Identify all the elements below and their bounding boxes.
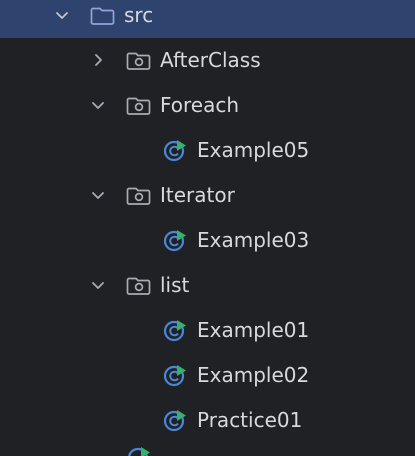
tree-row-afterclass[interactable]: AfterClass xyxy=(0,38,415,83)
tree-row-practice01[interactable]: Practice01 xyxy=(0,398,415,443)
java-class-run-icon xyxy=(163,365,186,387)
chevron-down-icon[interactable] xyxy=(90,187,106,203)
chevron-down-icon[interactable] xyxy=(90,277,106,293)
tree-row-iterator[interactable]: Iterator xyxy=(0,173,415,218)
package-folder-icon xyxy=(126,52,151,70)
tree-row-example03[interactable]: Example03 xyxy=(0,218,415,263)
package-folder-icon xyxy=(126,277,151,295)
tree-row-example02[interactable]: Example02 xyxy=(0,353,415,398)
tree-label: Iterator xyxy=(160,183,235,207)
java-class-run-icon xyxy=(163,140,186,162)
tree-row-example01[interactable]: Example01 xyxy=(0,308,415,353)
project-tree: src AfterClass Foreach Example05 Iterato… xyxy=(0,0,415,456)
java-class-run-icon xyxy=(128,447,150,456)
tree-row-src[interactable]: src xyxy=(0,0,415,38)
tree-label: Example02 xyxy=(197,363,310,387)
chevron-down-icon[interactable] xyxy=(90,97,106,113)
chevron-right-icon[interactable] xyxy=(90,52,106,68)
package-folder-icon xyxy=(126,97,151,115)
tree-label: list xyxy=(160,273,190,297)
package-folder-icon xyxy=(126,187,151,205)
tree-row-example05[interactable]: Example05 xyxy=(0,128,415,173)
tree-label: Practice01 xyxy=(197,408,303,432)
tree-label: Example03 xyxy=(197,228,310,252)
tree-label: Example05 xyxy=(197,138,310,162)
java-class-run-icon xyxy=(163,320,186,342)
folder-icon xyxy=(90,7,115,25)
tree-label-src: src xyxy=(124,3,154,27)
java-class-run-icon xyxy=(163,410,186,432)
tree-row-list[interactable]: list xyxy=(0,263,415,308)
tree-row-foreach[interactable]: Foreach xyxy=(0,83,415,128)
tree-label: AfterClass xyxy=(160,48,261,72)
chevron-down-icon[interactable] xyxy=(54,7,70,23)
tree-label: Foreach xyxy=(160,93,240,117)
java-class-run-icon xyxy=(163,230,186,252)
tree-label: Example01 xyxy=(197,318,310,342)
